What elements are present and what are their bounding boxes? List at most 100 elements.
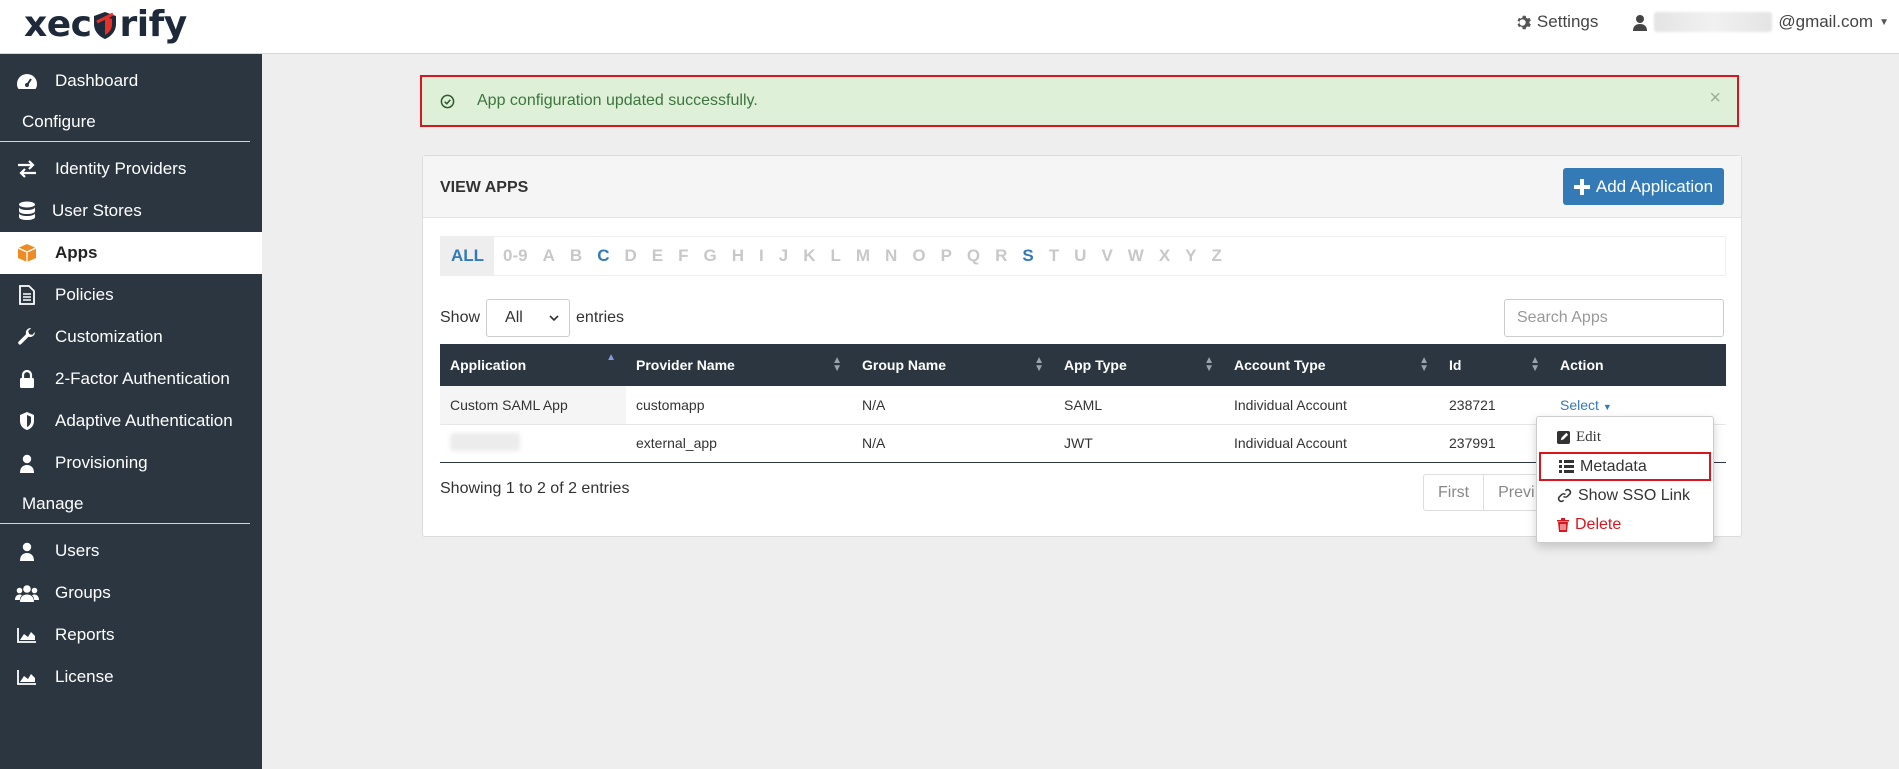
sidebar-item-policies[interactable]: Policies <box>0 274 262 316</box>
area-chart-icon <box>15 666 39 688</box>
sidebar-item-label: Adaptive Authentication <box>55 411 233 430</box>
sidebar-item-label: Identity Providers <box>55 159 187 178</box>
sidebar-item-groups[interactable]: Groups <box>0 572 262 614</box>
trash-icon <box>1557 517 1569 532</box>
sidebar-item-apps[interactable]: Apps <box>0 232 262 274</box>
menu-item-metadata[interactable]: Metadata <box>1539 452 1711 481</box>
filter-d: D <box>624 246 637 265</box>
table-row: external_app N/A JWT Individual Account … <box>440 424 1726 463</box>
filter-e: E <box>651 246 664 265</box>
filter-all[interactable]: ALL <box>441 237 495 275</box>
menu-item-label: Edit <box>1576 429 1601 445</box>
col-app-type[interactable]: App Type ▲ ▼ <box>1054 344 1224 386</box>
entries-length-control: Show All entries <box>440 299 624 337</box>
sidebar-item-label: Customization <box>55 327 163 346</box>
top-header: xec rify Settings @gmail.com ▼ <box>0 0 1899 54</box>
filter-q: Q <box>966 246 981 265</box>
filter-n: N <box>885 246 898 265</box>
filter-l: L <box>830 246 841 265</box>
cell-id: 238721 <box>1439 386 1550 425</box>
menu-item-show-sso-link[interactable]: Show SSO Link <box>1537 481 1713 510</box>
sidebar-item-identity-providers[interactable]: Identity Providers <box>0 148 262 190</box>
sidebar-item-2fa[interactable]: 2-Factor Authentication <box>0 358 262 400</box>
entries-select[interactable]: All <box>486 299 571 337</box>
sidebar-item-label: User Stores <box>52 201 142 220</box>
entries-label: entries <box>576 309 625 326</box>
table-row: Custom SAML App customapp N/A SAML Indiv… <box>440 386 1726 425</box>
col-provider-name[interactable]: Provider Name ▲ ▼ <box>626 344 852 386</box>
lock-icon <box>15 368 39 390</box>
settings-label: Settings <box>1536 12 1599 31</box>
filter-f: F <box>678 246 689 265</box>
exchange-icon <box>15 158 39 180</box>
sidebar-item-license[interactable]: License <box>0 656 262 698</box>
filter-v: V <box>1101 246 1113 265</box>
sidebar-item-adaptive-auth[interactable]: Adaptive Authentication <box>0 400 262 442</box>
col-id[interactable]: Id ▲ ▼ <box>1439 344 1550 386</box>
plus-icon <box>1573 178 1590 195</box>
area-chart-icon <box>15 624 39 646</box>
filter-r: R <box>995 246 1008 265</box>
filter-m: M <box>855 246 871 265</box>
success-alert: App configuration updated successfully. … <box>420 75 1739 127</box>
alert-close-button[interactable]: × <box>1709 87 1721 110</box>
menu-item-label: Delete <box>1575 515 1622 533</box>
action-dropdown-menu: Edit Metadata Show SSO Link Delete <box>1536 416 1714 543</box>
filter-x: X <box>1158 246 1171 265</box>
panel-header: VIEW APPS Add Application <box>423 156 1741 218</box>
caret-down-icon: ▼ <box>1602 401 1612 412</box>
filter-i: I <box>759 246 764 265</box>
filter-s[interactable]: S <box>1022 246 1033 266</box>
add-application-label: Add Application <box>1595 176 1714 196</box>
sidebar-item-dashboard[interactable]: Dashboard <box>0 60 262 102</box>
logo[interactable]: xec rify <box>24 4 187 45</box>
search-apps-input[interactable] <box>1504 299 1724 337</box>
pager-first[interactable]: First <box>1424 475 1485 510</box>
sidebar-item-reports[interactable]: Reports <box>0 614 262 656</box>
sort-icon: ▲ ▼ <box>1204 355 1214 374</box>
logo-text-left: xec <box>24 4 92 45</box>
col-group-name[interactable]: Group Name ▲ ▼ <box>852 344 1054 386</box>
select-action-dropdown[interactable]: Select ▼ <box>1560 397 1612 413</box>
redacted-application-name <box>450 432 520 451</box>
sidebar-item-customization[interactable]: Customization <box>0 316 262 358</box>
cube-icon <box>15 242 39 264</box>
filter-c[interactable]: C <box>597 246 609 266</box>
cell-application: Custom SAML App <box>440 386 626 425</box>
user-menu[interactable]: @gmail.com ▼ <box>1632 12 1889 32</box>
logo-text-right: rify <box>119 4 187 45</box>
menu-item-delete[interactable]: Delete <box>1537 510 1713 539</box>
col-account-type[interactable]: Account Type ▲ ▼ <box>1224 344 1439 386</box>
menu-item-label: Metadata <box>1580 457 1647 475</box>
sidebar-item-label: Apps <box>55 243 98 262</box>
sidebar-item-label: Groups <box>55 583 111 602</box>
sidebar-item-user-stores[interactable]: User Stores <box>0 190 262 232</box>
add-application-button[interactable]: Add Application <box>1563 168 1724 205</box>
filter-0-9: 0-9 <box>503 246 528 265</box>
sidebar-item-label: 2-Factor Authentication <box>55 369 230 388</box>
menu-item-label: Show SSO Link <box>1578 486 1691 504</box>
filter-y: Y <box>1185 246 1197 265</box>
filter-p: P <box>940 246 952 265</box>
alphabet-filter: ALL 0-9 A B C D E F G H I J K L M N O P … <box>440 236 1726 276</box>
sidebar-section-manage: Manage <box>0 484 250 524</box>
cell-app-type: SAML <box>1054 386 1224 425</box>
redacted-email <box>1654 12 1773 32</box>
filter-b: B <box>569 246 583 265</box>
dashboard-icon <box>15 70 39 92</box>
settings-link[interactable]: Settings <box>1514 12 1598 32</box>
col-application[interactable]: Application ▲ <box>440 344 626 386</box>
user-email: @gmail.com <box>1778 12 1874 31</box>
sidebar-item-provisioning[interactable]: Provisioning <box>0 442 262 484</box>
logo-shield-icon <box>94 11 117 39</box>
pagination: First Previ <box>1423 474 1551 511</box>
filter-a: A <box>542 246 555 265</box>
filter-t: T <box>1048 246 1060 265</box>
cell-provider: customapp <box>626 386 852 425</box>
menu-item-edit[interactable]: Edit <box>1537 423 1713 452</box>
sidebar-item-users[interactable]: Users <box>0 530 262 572</box>
filter-h: H <box>731 246 744 265</box>
show-label: Show <box>440 309 481 326</box>
sidebar-item-label: Users <box>55 541 100 560</box>
entries-select-value: All <box>505 309 523 326</box>
